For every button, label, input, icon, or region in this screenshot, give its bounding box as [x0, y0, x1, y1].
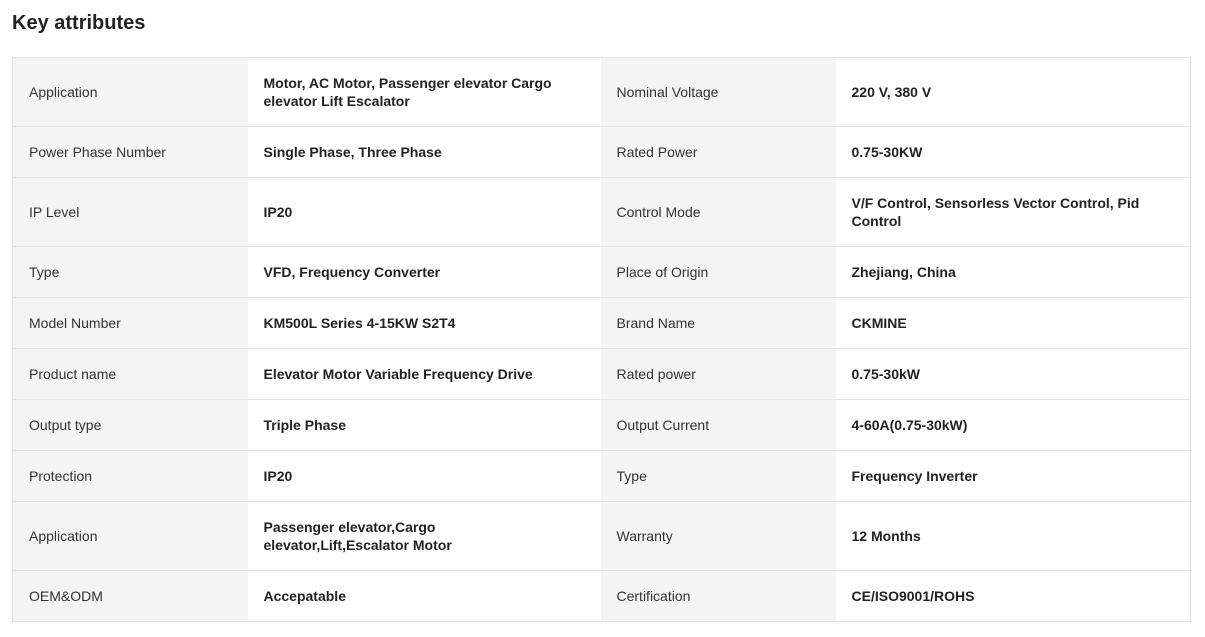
attribute-label: Place of Origin [600, 246, 836, 298]
attribute-label: Nominal Voltage [600, 57, 836, 127]
attribute-label: Type [600, 450, 836, 502]
attribute-value: V/F Control, Sensorless Vector Control, … [835, 177, 1191, 247]
attribute-value: 4-60A(0.75-30kW) [835, 399, 1191, 451]
table-row: Product name Elevator Motor Variable Fre… [12, 348, 1191, 400]
attribute-label: Application [12, 501, 248, 571]
table-row: OEM&ODM Accepatable Certification CE/ISO… [12, 570, 1191, 622]
attribute-label: OEM&ODM [12, 570, 248, 622]
section-title: Key attributes [12, 12, 146, 34]
attribute-value: Zhejiang, China [835, 246, 1191, 298]
attribute-value: 12 Months [835, 501, 1191, 571]
attribute-label: Brand Name [600, 297, 836, 349]
attribute-label: IP Level [12, 177, 248, 247]
attribute-label: Application [12, 57, 248, 127]
attribute-label: Certification [600, 570, 836, 622]
attribute-value: 220 V, 380 V [835, 57, 1191, 127]
attribute-label: Product name [12, 348, 248, 400]
attribute-value: VFD, Frequency Converter [247, 246, 601, 298]
table-row: Application Passenger elevator,Cargo ele… [12, 501, 1191, 571]
key-attributes-table: Application Motor, AC Motor, Passenger e… [12, 57, 1191, 622]
attribute-value: CKMINE [835, 297, 1191, 349]
table-row: Model Number KM500L Series 4-15KW S2T4 B… [12, 297, 1191, 349]
table-row: Output type Triple Phase Output Current … [12, 399, 1191, 451]
attribute-label: Type [12, 246, 248, 298]
table-row: Power Phase Number Single Phase, Three P… [12, 126, 1191, 178]
attribute-label: Power Phase Number [12, 126, 248, 178]
attribute-value: Motor, AC Motor, Passenger elevator Carg… [247, 57, 601, 127]
attribute-label: Model Number [12, 297, 248, 349]
attribute-label: Control Mode [600, 177, 836, 247]
attribute-label: Output type [12, 399, 248, 451]
attribute-value: Accepatable [247, 570, 601, 622]
attribute-value: Frequency Inverter [835, 450, 1191, 502]
attribute-label: Rated Power [600, 126, 836, 178]
attribute-value: Elevator Motor Variable Frequency Drive [247, 348, 601, 400]
attribute-label: Warranty [600, 501, 836, 571]
attribute-value: IP20 [247, 177, 601, 247]
attribute-label: Rated power [600, 348, 836, 400]
table-row: Type VFD, Frequency Converter Place of O… [12, 246, 1191, 298]
attribute-value: CE/ISO9001/ROHS [835, 570, 1191, 622]
attribute-label: Protection [12, 450, 248, 502]
attribute-value: Triple Phase [247, 399, 601, 451]
attribute-value: IP20 [247, 450, 601, 502]
attribute-label: Output Current [600, 399, 836, 451]
attribute-value: Single Phase, Three Phase [247, 126, 601, 178]
attribute-value: 0.75-30KW [835, 126, 1191, 178]
table-row: IP Level IP20 Control Mode V/F Control, … [12, 177, 1191, 247]
attribute-value: KM500L Series 4-15KW S2T4 [247, 297, 601, 349]
attribute-value: Passenger elevator,Cargo elevator,Lift,E… [247, 501, 601, 571]
table-row: Protection IP20 Type Frequency Inverter [12, 450, 1191, 502]
table-row: Application Motor, AC Motor, Passenger e… [12, 57, 1191, 127]
attribute-value: 0.75-30kW [835, 348, 1191, 400]
